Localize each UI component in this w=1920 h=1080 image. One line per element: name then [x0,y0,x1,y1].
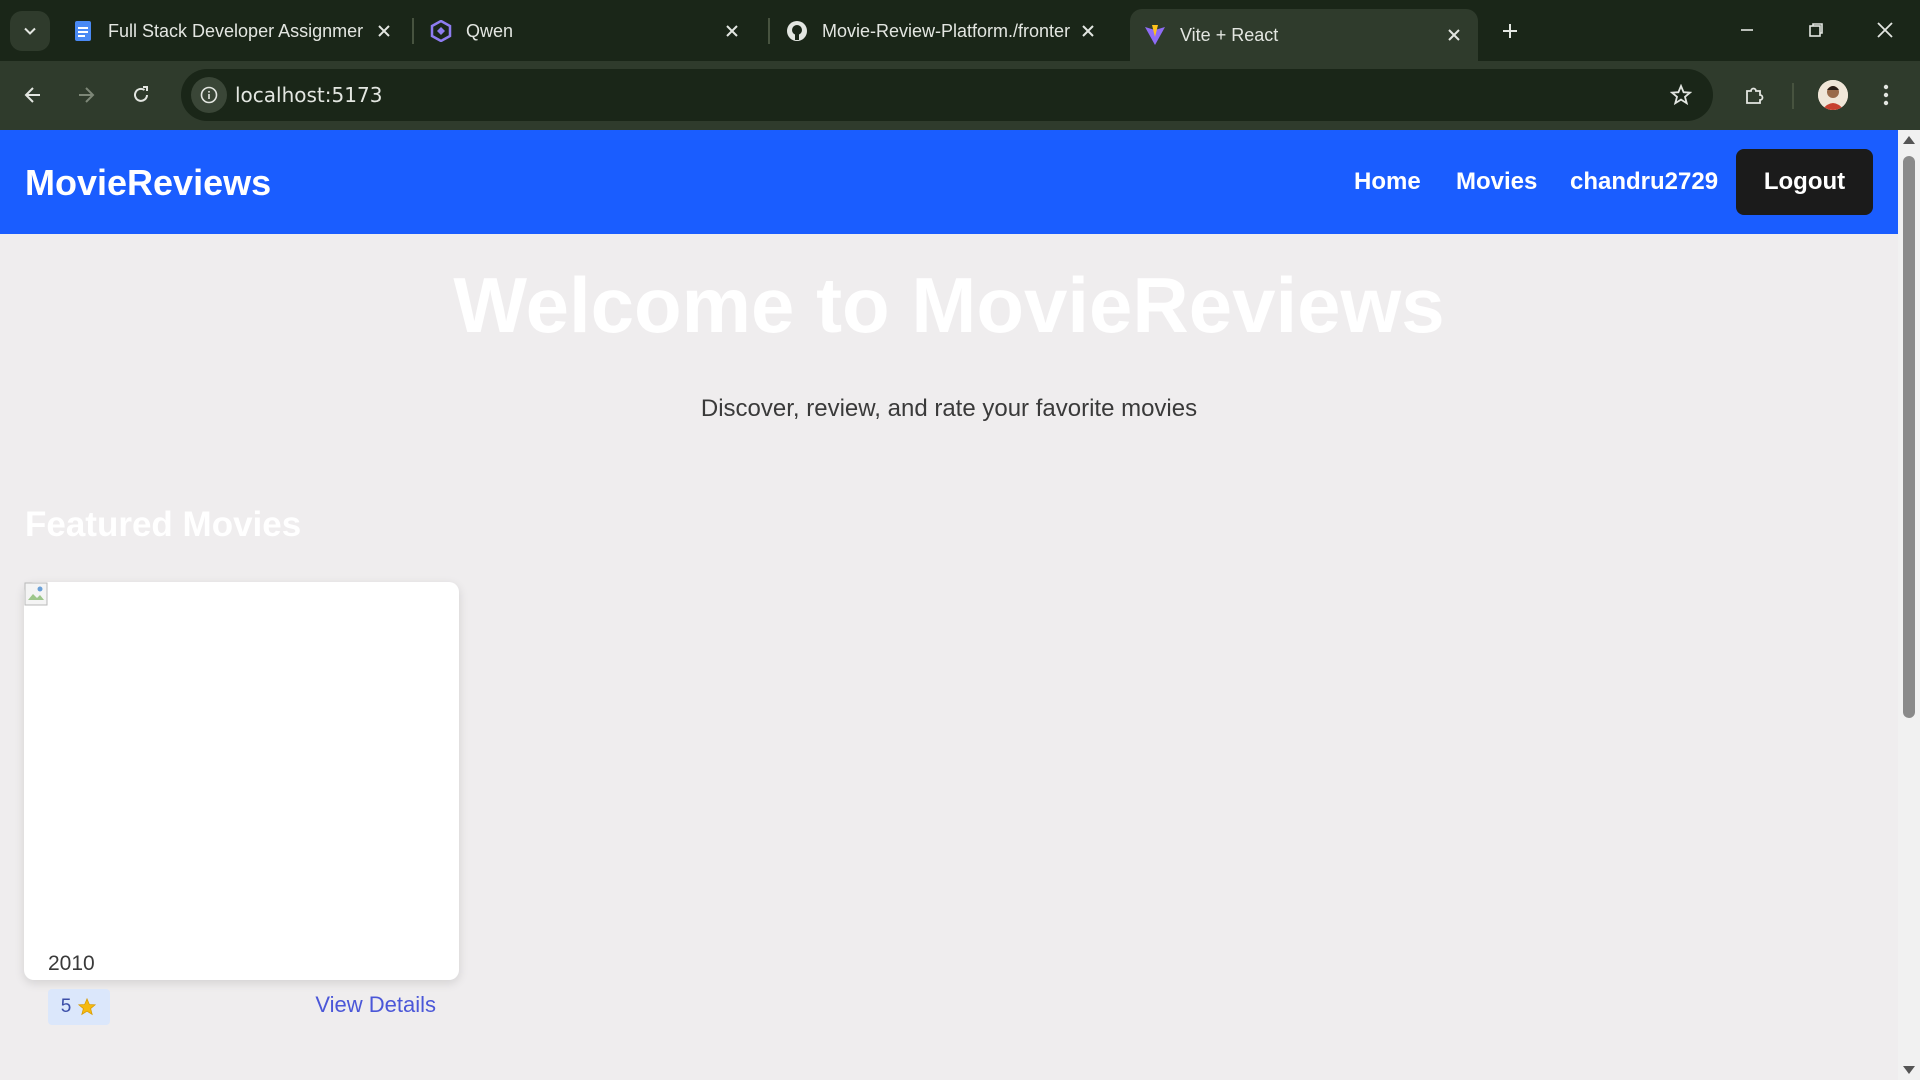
minimize-button[interactable] [1719,8,1775,52]
tab-title: Qwen [466,20,514,41]
site-info-icon[interactable] [191,77,227,113]
app-navbar: MovieReviews Home Movies chandru2729 Log… [0,130,1898,234]
address-bar[interactable]: localhost:5173 [181,69,1713,121]
scroll-up-arrow[interactable] [1903,136,1915,144]
scroll-down-arrow[interactable] [1903,1066,1915,1074]
broken-image-icon [24,582,48,606]
close-icon [1877,22,1893,38]
new-tab-button[interactable] [1493,14,1527,48]
arrow-left-icon [24,87,40,103]
browser-toolbar: localhost:5173 [0,61,1920,130]
tab-docs[interactable]: Full Stack Developer Assignmer [58,10,408,52]
tab-divider [412,18,414,44]
hero-subtitle: Discover, review, and rate your favorite… [700,395,1198,422]
github-icon [786,20,808,42]
featured-movies-heading: Featured Movies [25,505,302,544]
toolbar-divider [1792,83,1794,109]
forward-button[interactable] [66,75,106,115]
close-icon[interactable] [718,17,746,45]
extensions-button[interactable] [1734,75,1774,115]
restore-button[interactable] [1788,8,1844,52]
close-icon[interactable] [370,17,398,45]
back-button[interactable] [13,75,53,115]
nav-username-link[interactable]: chandru2729 [1570,168,1718,196]
tab-github[interactable]: Movie-Review-Platform./fronter [772,10,1112,52]
puzzle-icon [1746,87,1764,104]
reload-icon [134,86,148,102]
view-details-link[interactable]: View Details [315,992,436,1018]
rating-badge: 5 [48,989,110,1025]
google-docs-icon [72,20,94,42]
reload-button[interactable] [121,75,161,115]
nav-movies-link[interactable]: Movies [1456,168,1537,196]
movie-year: 2010 [48,952,95,975]
qwen-icon [430,20,452,42]
rating-value: 5 [60,996,72,1017]
star-icon [78,997,97,1016]
tab-title: Full Stack Developer Assignmer [108,20,364,41]
hero-title: Welcome to MovieReviews [453,261,1445,349]
browser-chrome: Full Stack Developer Assignmer Qwen Movi… [0,0,1920,130]
vite-icon [1144,24,1166,46]
window-close-button[interactable] [1857,8,1913,52]
tab-vite-react[interactable]: Vite + React [1130,9,1478,61]
tab-divider [768,18,770,44]
movie-card[interactable]: 2010 5 View Details [24,582,459,1025]
browser-menu-button[interactable] [1870,75,1902,115]
chevron-down-icon [24,27,36,35]
arrow-right-icon [79,87,95,103]
minimize-icon [1741,29,1753,31]
logout-button[interactable]: Logout [1736,149,1873,215]
tab-title: Vite + React [1180,24,1279,45]
plus-icon [1503,24,1517,38]
page-scrollbar[interactable] [1898,130,1920,1080]
page-viewport: MovieReviews Home Movies chandru2729 Log… [0,130,1898,1080]
restore-icon [1809,23,1823,37]
profile-avatar[interactable] [1818,80,1848,110]
tab-title: Movie-Review-Platform./fronter [822,20,1071,41]
brand-logo[interactable]: MovieReviews [25,162,271,204]
scrollbar-thumb[interactable] [1903,156,1915,718]
bookmark-star-icon[interactable] [1667,81,1695,109]
nav-home-link[interactable]: Home [1354,168,1421,196]
more-vert-icon [1883,84,1889,106]
close-icon[interactable] [1074,17,1102,45]
tab-strip: Full Stack Developer Assignmer Qwen Movi… [0,0,1920,61]
url-text: localhost:5173 [235,83,383,107]
tab-search-button[interactable] [10,11,50,51]
close-icon[interactable] [1440,21,1468,49]
tab-qwen[interactable]: Qwen [416,10,756,52]
